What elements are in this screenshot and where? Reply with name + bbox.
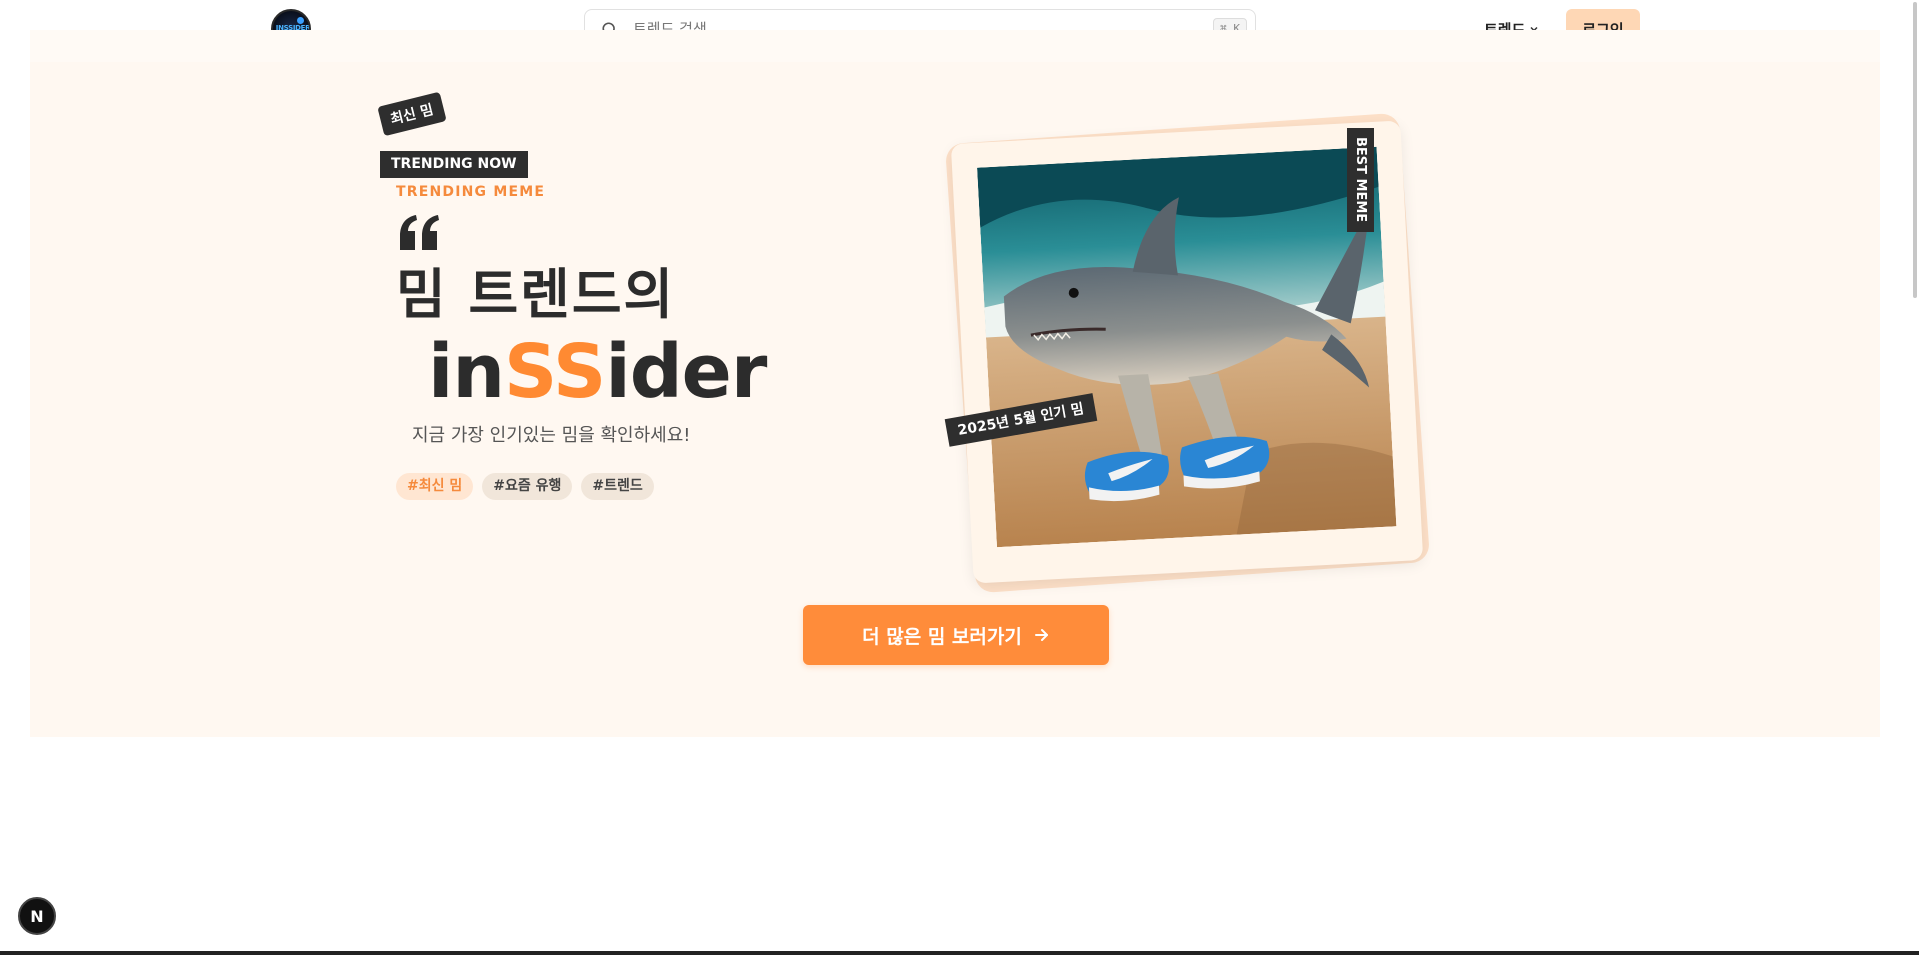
hero-tags: #최신 밈 #요즘 유행 #트렌드 [396, 473, 654, 500]
hero-headline-brand: inSSider [428, 329, 767, 415]
brand-accent: SS [504, 329, 606, 415]
scrollbar-thumb[interactable] [1913, 2, 1917, 298]
brand-suffix: ider [605, 329, 767, 415]
hero-top-band [30, 30, 1880, 62]
arrow-right-icon [1034, 629, 1048, 641]
more-memes-label: 더 많은 밈 보러가기 [862, 625, 1022, 648]
hero-subtitle: 지금 가장 인기있는 밈을 확인하세요! [412, 425, 691, 446]
page-scrollbar[interactable] [1911, 0, 1919, 955]
dev-tools-button[interactable]: N [18, 897, 56, 935]
quote-icon [400, 215, 439, 250]
more-memes-button[interactable]: 더 많은 밈 보러가기 [803, 605, 1109, 665]
hero-eyebrow: TRENDING MEME [396, 184, 546, 200]
hero-headline-line1: 밈 트렌드의 [396, 263, 676, 326]
trending-now-badge: TRENDING NOW [380, 151, 528, 178]
tag-trending-now[interactable]: #요즘 유행 [482, 473, 573, 500]
logo-dot-icon [297, 17, 304, 24]
tag-latest-meme[interactable]: #최신 밈 [396, 473, 474, 500]
shark-sneakers-illustration [977, 146, 1397, 548]
best-meme-badge: BEST MEME [1347, 128, 1374, 232]
brand-prefix: in [428, 329, 505, 415]
tag-trend[interactable]: #트렌드 [581, 473, 654, 500]
bottom-edge [0, 951, 1919, 955]
featured-meme-image [977, 146, 1397, 548]
